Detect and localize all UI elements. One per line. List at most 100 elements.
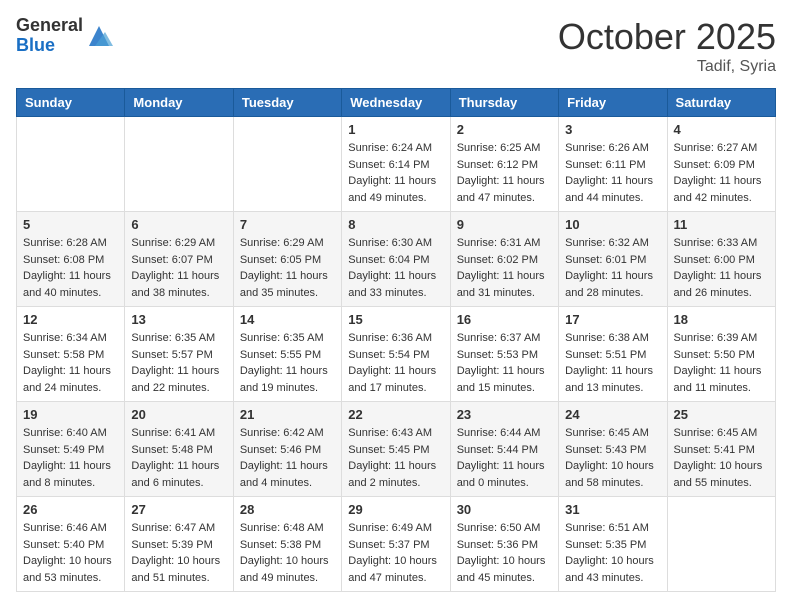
day-info: Sunrise: 6:49 AM Sunset: 5:37 PM Dayligh… — [348, 520, 443, 586]
calendar-cell: 26Sunrise: 6:46 AM Sunset: 5:40 PM Dayli… — [17, 497, 125, 592]
day-info: Sunrise: 6:47 AM Sunset: 5:39 PM Dayligh… — [131, 520, 226, 586]
calendar-cell: 3 Sunrise: 6:26 AM Sunset: 6:11 PM Daylig… — [559, 117, 667, 212]
day-number: 31 — [565, 502, 660, 517]
day-number: 4 — [674, 122, 769, 137]
calendar-cell: 19Sunrise: 6:40 AM Sunset: 5:49 PM Dayli… — [17, 402, 125, 497]
day-info: Sunrise: 6:25 AM Sunset: 6:12 PM Dayligh… — [457, 140, 552, 206]
day-number: 10 — [565, 217, 660, 232]
calendar-cell: 24 Sunrise: 6:45 AM Sunset: 5:43 PM Dayli… — [559, 402, 667, 497]
calendar-cell: 2 Sunrise: 6:25 AM Sunset: 6:12 PM Daylig… — [450, 117, 558, 212]
logo-icon — [85, 22, 113, 50]
calendar-cell — [17, 117, 125, 212]
page-header: General Blue October 2025 Tadif, Syria — [16, 16, 776, 76]
day-info: Sunrise: 6:24 AM Sunset: 6:14 PM Dayligh… — [348, 140, 443, 206]
calendar-week-row: 1 Sunrise: 6:24 AM Sunset: 6:14 PM Daylig… — [17, 117, 776, 212]
calendar-cell — [125, 117, 233, 212]
calendar-cell: 9 Sunrise: 6:31 AM Sunset: 6:02 PM Daylig… — [450, 212, 558, 307]
weekday-header: Friday — [559, 89, 667, 117]
calendar-cell: 10 Sunrise: 6:32 AM Sunset: 6:01 PM Dayli… — [559, 212, 667, 307]
day-number: 8 — [348, 217, 443, 232]
logo-general-text: General — [16, 16, 83, 36]
day-number: 9 — [457, 217, 552, 232]
calendar-cell: 20 Sunrise: 6:41 AM Sunset: 5:48 PM Dayli… — [125, 402, 233, 497]
day-info: Sunrise: 6:35 AM Sunset: 5:57 PM Dayligh… — [131, 330, 226, 396]
day-number: 30 — [457, 502, 552, 517]
calendar-cell: 14Sunrise: 6:35 AM Sunset: 5:55 PM Dayli… — [233, 307, 341, 402]
day-number: 24 — [565, 407, 660, 422]
calendar-cell: 22Sunrise: 6:43 AM Sunset: 5:45 PM Dayli… — [342, 402, 450, 497]
calendar-cell — [667, 497, 775, 592]
calendar-cell: 23 Sunrise: 6:44 AM Sunset: 5:44 PM Dayli… — [450, 402, 558, 497]
calendar-cell: 4 Sunrise: 6:27 AM Sunset: 6:09 PM Daylig… — [667, 117, 775, 212]
day-info: Sunrise: 6:37 AM Sunset: 5:53 PM Dayligh… — [457, 330, 552, 396]
weekday-header: Tuesday — [233, 89, 341, 117]
calendar-cell: 7 Sunrise: 6:29 AM Sunset: 6:05 PM Daylig… — [233, 212, 341, 307]
day-info: Sunrise: 6:40 AM Sunset: 5:49 PM Dayligh… — [23, 425, 118, 491]
day-info: Sunrise: 6:29 AM Sunset: 6:07 PM Dayligh… — [131, 235, 226, 301]
calendar-week-row: 12Sunrise: 6:34 AM Sunset: 5:58 PM Dayli… — [17, 307, 776, 402]
calendar-cell: 12Sunrise: 6:34 AM Sunset: 5:58 PM Dayli… — [17, 307, 125, 402]
day-info: Sunrise: 6:45 AM Sunset: 5:41 PM Dayligh… — [674, 425, 769, 491]
weekday-header-row: SundayMondayTuesdayWednesdayThursdayFrid… — [17, 89, 776, 117]
weekday-header: Saturday — [667, 89, 775, 117]
calendar-cell: 30Sunrise: 6:50 AM Sunset: 5:36 PM Dayli… — [450, 497, 558, 592]
calendar-cell: 31 Sunrise: 6:51 AM Sunset: 5:35 PM Dayli… — [559, 497, 667, 592]
weekday-header: Wednesday — [342, 89, 450, 117]
calendar-cell: 28Sunrise: 6:48 AM Sunset: 5:38 PM Dayli… — [233, 497, 341, 592]
day-info: Sunrise: 6:36 AM Sunset: 5:54 PM Dayligh… — [348, 330, 443, 396]
day-number: 20 — [131, 407, 226, 422]
calendar-cell: 16 Sunrise: 6:37 AM Sunset: 5:53 PM Dayli… — [450, 307, 558, 402]
calendar-cell: 21Sunrise: 6:42 AM Sunset: 5:46 PM Dayli… — [233, 402, 341, 497]
day-number: 5 — [23, 217, 118, 232]
calendar-cell: 17 Sunrise: 6:38 AM Sunset: 5:51 PM Dayli… — [559, 307, 667, 402]
day-number: 7 — [240, 217, 335, 232]
day-info: Sunrise: 6:26 AM Sunset: 6:11 PM Dayligh… — [565, 140, 660, 206]
calendar-cell: 27 Sunrise: 6:47 AM Sunset: 5:39 PM Dayli… — [125, 497, 233, 592]
day-info: Sunrise: 6:32 AM Sunset: 6:01 PM Dayligh… — [565, 235, 660, 301]
day-number: 17 — [565, 312, 660, 327]
weekday-header: Sunday — [17, 89, 125, 117]
calendar-cell: 5 Sunrise: 6:28 AM Sunset: 6:08 PM Daylig… — [17, 212, 125, 307]
calendar-cell: 1 Sunrise: 6:24 AM Sunset: 6:14 PM Daylig… — [342, 117, 450, 212]
day-info: Sunrise: 6:44 AM Sunset: 5:44 PM Dayligh… — [457, 425, 552, 491]
day-info: Sunrise: 6:51 AM Sunset: 5:35 PM Dayligh… — [565, 520, 660, 586]
calendar-cell — [233, 117, 341, 212]
calendar-cell: 13Sunrise: 6:35 AM Sunset: 5:57 PM Dayli… — [125, 307, 233, 402]
calendar-week-row: 5 Sunrise: 6:28 AM Sunset: 6:08 PM Daylig… — [17, 212, 776, 307]
day-number: 1 — [348, 122, 443, 137]
day-number: 16 — [457, 312, 552, 327]
day-info: Sunrise: 6:30 AM Sunset: 6:04 PM Dayligh… — [348, 235, 443, 301]
day-number: 15 — [348, 312, 443, 327]
day-info: Sunrise: 6:45 AM Sunset: 5:43 PM Dayligh… — [565, 425, 660, 491]
calendar-cell: 6Sunrise: 6:29 AM Sunset: 6:07 PM Daylig… — [125, 212, 233, 307]
day-info: Sunrise: 6:28 AM Sunset: 6:08 PM Dayligh… — [23, 235, 118, 301]
day-info: Sunrise: 6:35 AM Sunset: 5:55 PM Dayligh… — [240, 330, 335, 396]
calendar-table: SundayMondayTuesdayWednesdayThursdayFrid… — [16, 88, 776, 592]
weekday-header: Monday — [125, 89, 233, 117]
day-info: Sunrise: 6:27 AM Sunset: 6:09 PM Dayligh… — [674, 140, 769, 206]
day-number: 23 — [457, 407, 552, 422]
day-number: 27 — [131, 502, 226, 517]
day-info: Sunrise: 6:41 AM Sunset: 5:48 PM Dayligh… — [131, 425, 226, 491]
day-info: Sunrise: 6:43 AM Sunset: 5:45 PM Dayligh… — [348, 425, 443, 491]
logo-blue-text: Blue — [16, 36, 83, 56]
month-title: October 2025 — [558, 16, 776, 58]
title-block: October 2025 Tadif, Syria — [558, 16, 776, 76]
day-info: Sunrise: 6:42 AM Sunset: 5:46 PM Dayligh… — [240, 425, 335, 491]
day-info: Sunrise: 6:48 AM Sunset: 5:38 PM Dayligh… — [240, 520, 335, 586]
day-info: Sunrise: 6:29 AM Sunset: 6:05 PM Dayligh… — [240, 235, 335, 301]
day-number: 25 — [674, 407, 769, 422]
day-info: Sunrise: 6:46 AM Sunset: 5:40 PM Dayligh… — [23, 520, 118, 586]
day-info: Sunrise: 6:31 AM Sunset: 6:02 PM Dayligh… — [457, 235, 552, 301]
day-number: 29 — [348, 502, 443, 517]
day-info: Sunrise: 6:39 AM Sunset: 5:50 PM Dayligh… — [674, 330, 769, 396]
logo: General Blue — [16, 16, 113, 56]
calendar-cell: 15 Sunrise: 6:36 AM Sunset: 5:54 PM Dayli… — [342, 307, 450, 402]
day-number: 3 — [565, 122, 660, 137]
calendar-cell: 29 Sunrise: 6:49 AM Sunset: 5:37 PM Dayli… — [342, 497, 450, 592]
calendar-cell: 25 Sunrise: 6:45 AM Sunset: 5:41 PM Dayli… — [667, 402, 775, 497]
day-number: 18 — [674, 312, 769, 327]
calendar-week-row: 19Sunrise: 6:40 AM Sunset: 5:49 PM Dayli… — [17, 402, 776, 497]
day-info: Sunrise: 6:38 AM Sunset: 5:51 PM Dayligh… — [565, 330, 660, 396]
day-number: 2 — [457, 122, 552, 137]
